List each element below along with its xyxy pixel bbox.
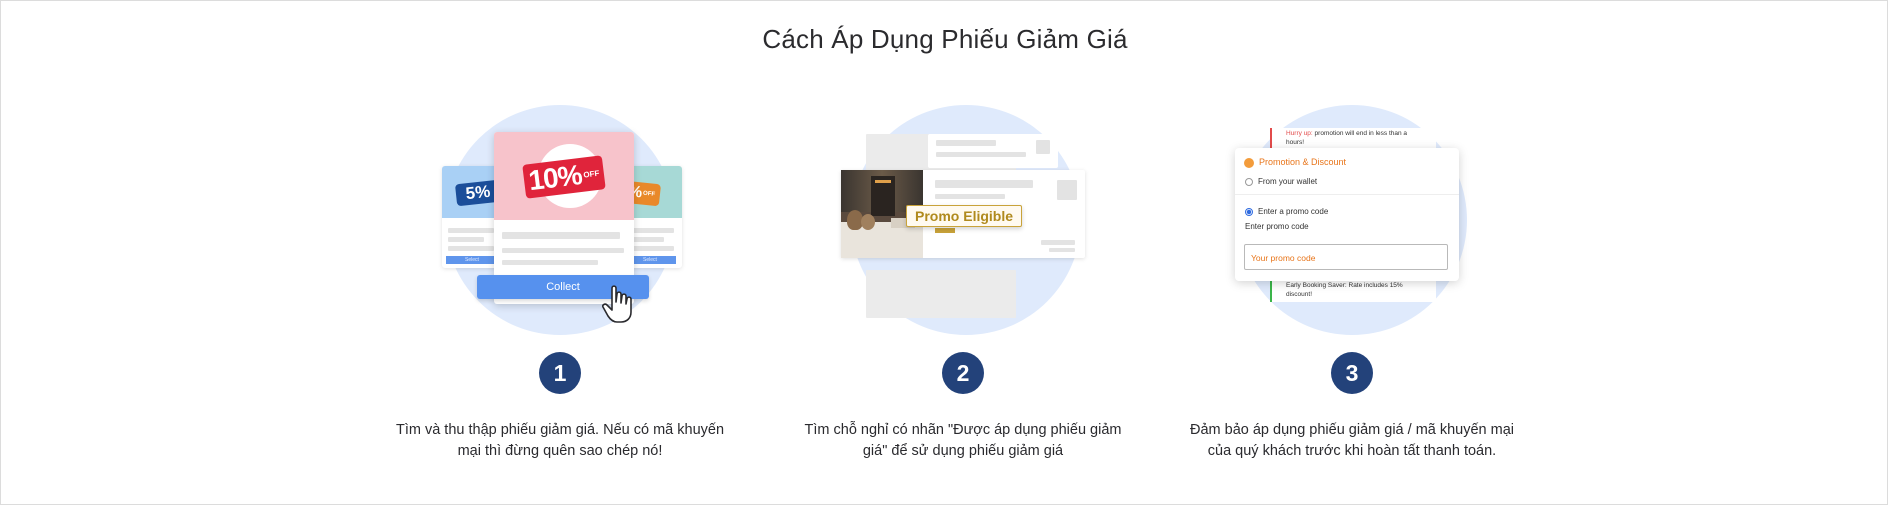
promo-option-label: Enter a promo code	[1258, 207, 1329, 216]
step-3-illustration: Hurry up: promotion will end in less tha…	[1172, 100, 1532, 340]
step-2-illustration: Promo Eligible	[783, 100, 1143, 340]
step-3: Hurry up: promotion will end in less tha…	[1172, 0, 1532, 507]
step-number-badge: 1	[539, 352, 581, 394]
panel-title: Promotion & Discount	[1259, 157, 1347, 167]
mini-coupon-card-left: 5% Select	[442, 166, 502, 268]
wallet-option-label: From your wallet	[1258, 177, 1318, 186]
promo-input-label: Enter promo code	[1245, 222, 1309, 231]
step-1: 5% Select 6%OFF Select	[380, 0, 740, 507]
pointer-hand-icon	[602, 285, 632, 323]
listing-card-top	[928, 134, 1058, 168]
step-description: Tìm và thu thập phiếu giảm giá. Nếu có m…	[395, 422, 725, 459]
step-number-badge: 3	[1331, 352, 1373, 394]
step-description: Tìm chỗ nghỉ có nhãn "Được áp dụng phiếu…	[804, 422, 1122, 459]
step-1-illustration: 5% Select 6%OFF Select	[380, 100, 740, 340]
promo-tag-icon	[1244, 158, 1254, 168]
promotion-discount-panel: Promotion & Discount From your wallet En…	[1235, 148, 1459, 281]
promo-code-input[interactable]: Your promo code	[1244, 244, 1448, 270]
promo-code-radio[interactable]	[1245, 208, 1253, 216]
mini-select-button-left: Select	[446, 256, 498, 264]
wallet-radio[interactable]	[1245, 178, 1253, 186]
promo-eligible-badge: Promo Eligible	[906, 205, 1023, 227]
step-2: Promo Eligible 2 Tìm chỗ nghỉ có nhãn "Đ…	[783, 0, 1143, 507]
step-number-badge: 2	[942, 352, 984, 394]
step-description: Đảm bảo áp dụng phiếu giảm giá / mã khuy…	[1189, 422, 1515, 459]
